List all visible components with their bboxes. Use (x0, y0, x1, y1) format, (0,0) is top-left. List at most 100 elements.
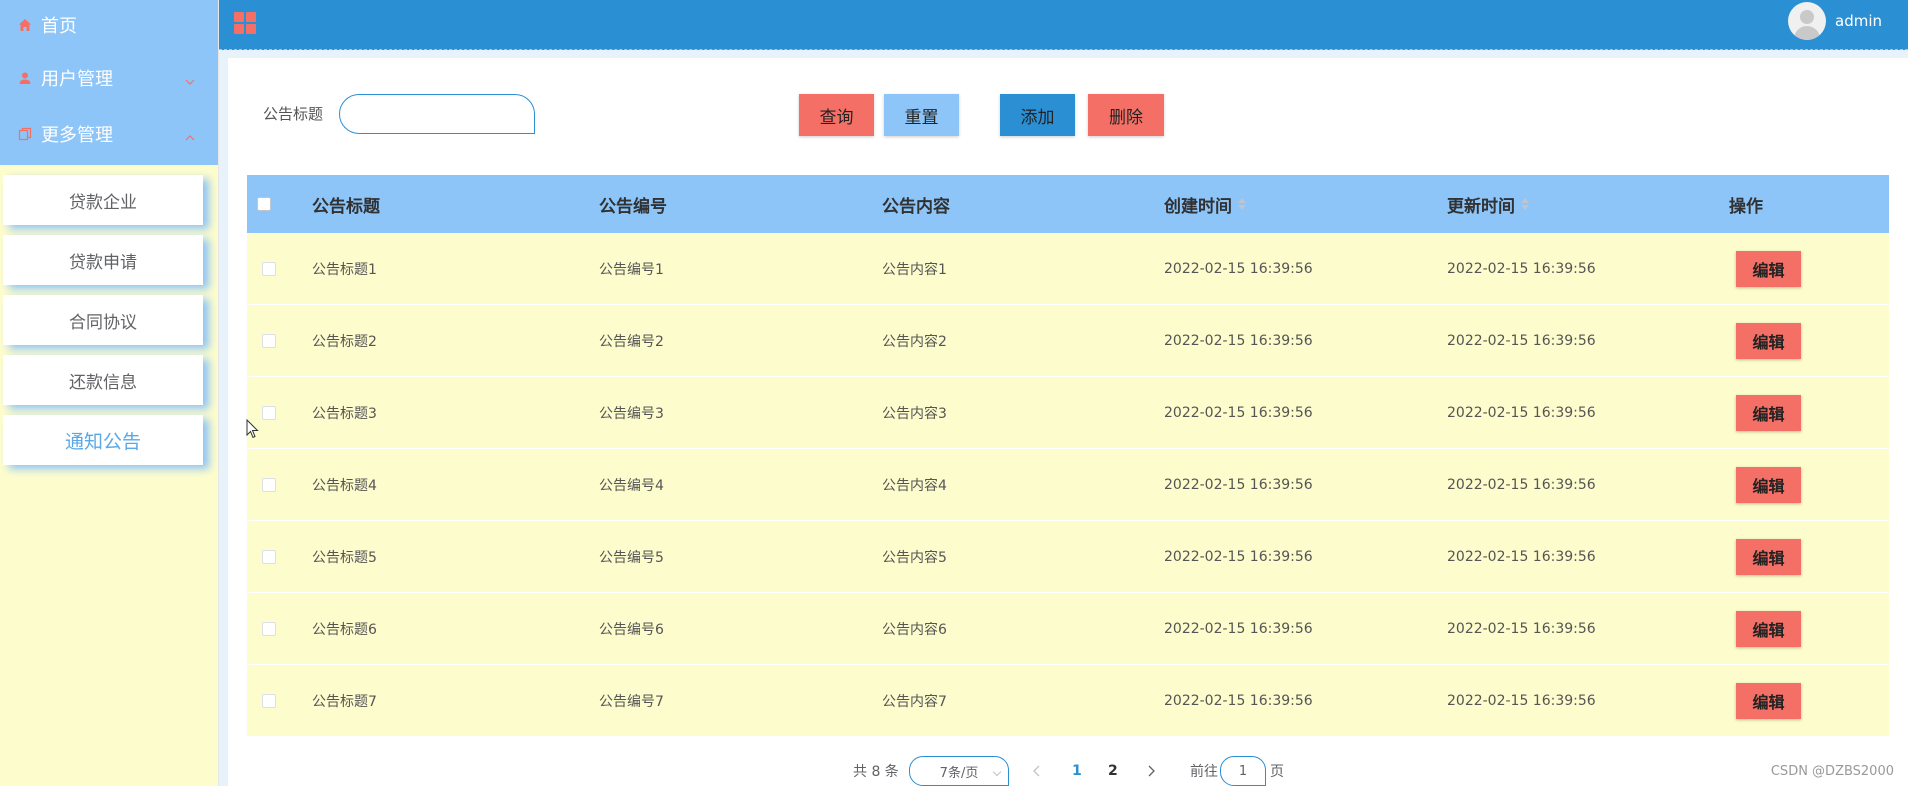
table-row: 公告标题6 公告编号6 公告内容6 2022-02-15 16:39:56 2022-0… (247, 593, 1889, 665)
page-number-1[interactable]: 1 (1072, 756, 1082, 786)
sidebar-item-home[interactable]: 首页 (0, 0, 218, 50)
cell-updated: 2022-02-15 16:39:56 (1447, 621, 1596, 637)
row-checkbox[interactable] (262, 406, 276, 420)
column-header-label: 更新时间 (1447, 196, 1515, 217)
cell-created: 2022-02-15 16:39:56 (1164, 693, 1313, 709)
sidebar-subitem-repayment[interactable]: 还款信息 (3, 355, 203, 405)
sidebar-subitem-notice[interactable]: 通知公告 (3, 415, 203, 465)
column-header-created[interactable]: 创建时间 (1164, 175, 1246, 233)
cell-updated: 2022-02-15 16:39:56 (1447, 693, 1596, 709)
table-row: 公告标题7 公告编号7 公告内容7 2022-02-15 16:39:56 2022-0… (247, 665, 1889, 737)
sidebar-item-label: 更多管理 (41, 125, 113, 146)
chevron-down-icon (992, 767, 1002, 777)
page-size-select[interactable]: 7条/页 (909, 756, 1009, 786)
cell-created: 2022-02-15 16:39:56 (1164, 621, 1313, 637)
reset-button[interactable]: 重置 (884, 94, 959, 136)
cell-title: 公告标题6 (312, 622, 377, 638)
table-row: 公告标题4 公告编号4 公告内容4 2022-02-15 16:39:56 2022-0… (247, 449, 1889, 521)
column-header-label: 创建时间 (1164, 196, 1232, 217)
row-select-cell (262, 665, 276, 737)
username: admin (1835, 12, 1882, 30)
cell-content: 公告内容1 (882, 262, 947, 278)
add-button[interactable]: 添加 (1000, 94, 1075, 136)
pagination-total: 共 8 条 (853, 764, 899, 780)
column-header-title: 公告标题 (312, 196, 380, 217)
goto-prefix: 前往 (1190, 764, 1218, 780)
sidebar-subitem-contract[interactable]: 合同协议 (3, 295, 203, 345)
row-select-cell (262, 233, 276, 305)
avatar-icon[interactable] (1788, 2, 1826, 40)
row-checkbox[interactable] (262, 478, 276, 492)
cell-code: 公告编号5 (599, 550, 664, 566)
edit-button[interactable]: 编辑 (1736, 683, 1801, 719)
cell-code: 公告编号2 (599, 334, 664, 350)
column-header-updated[interactable]: 更新时间 (1447, 175, 1529, 233)
cell-actions: 编辑 (1736, 665, 1801, 737)
sidebar-item-label: 用户管理 (41, 69, 113, 90)
delete-button[interactable]: 删除 (1088, 94, 1164, 136)
row-checkbox[interactable] (262, 694, 276, 708)
cell-code: 公告编号4 (599, 478, 664, 494)
row-select-cell (262, 377, 276, 449)
column-header-code: 公告编号 (599, 196, 667, 217)
cell-actions: 编辑 (1736, 305, 1801, 377)
column-header-content: 公告内容 (882, 196, 950, 217)
table-header: 公告标题 公告编号 公告内容 创建时间 更新时间 操作 (247, 175, 1889, 233)
title-search-input[interactable] (339, 94, 535, 134)
sidebar-item-user-management[interactable]: 用户管理 (0, 50, 218, 106)
sidebar-item-more-management[interactable]: 更多管理 (0, 106, 218, 162)
sidebar-submenu: 贷款企业 贷款申请 合同协议 还款信息 通知公告 (0, 165, 218, 465)
watermark: CSDN @DZBS2000 (1770, 764, 1894, 779)
row-select-cell (262, 593, 276, 665)
sidebar-subitem-loan-enterprise[interactable]: 贷款企业 (3, 175, 203, 225)
edit-button[interactable]: 编辑 (1736, 611, 1801, 647)
cell-updated: 2022-02-15 16:39:56 (1447, 261, 1596, 277)
home-icon (18, 18, 32, 32)
select-all-cell (257, 175, 271, 233)
cell-created: 2022-02-15 16:39:56 (1164, 261, 1313, 277)
page-number-2[interactable]: 2 (1108, 756, 1118, 786)
page-size-value: 7条/页 (939, 765, 979, 781)
select-all-checkbox[interactable] (257, 197, 271, 211)
cell-created: 2022-02-15 16:39:56 (1164, 549, 1313, 565)
prev-page-icon[interactable] (1032, 756, 1042, 786)
search-label: 公告标题 (263, 105, 324, 123)
sidebar-menu-top: 首页 用户管理 更多管理 (0, 0, 218, 165)
table-row: 公告标题2 公告编号2 公告内容2 2022-02-15 16:39:56 2022-0… (247, 305, 1889, 377)
goto-page-value: 1 (1238, 763, 1248, 779)
cell-updated: 2022-02-15 16:39:56 (1447, 477, 1596, 493)
cell-title: 公告标题3 (312, 406, 377, 422)
goto-suffix: 页 (1270, 764, 1284, 780)
cell-title: 公告标题7 (312, 694, 377, 710)
cell-content: 公告内容7 (882, 694, 947, 710)
edit-button[interactable]: 编辑 (1736, 251, 1801, 287)
sidebar: 首页 用户管理 更多管理 贷款企业 贷款申请 合同协议 还款信息 通知公告 (0, 0, 219, 786)
user-menu[interactable]: admin (1788, 2, 1882, 40)
copy-icon (18, 127, 32, 141)
next-page-icon[interactable] (1146, 756, 1156, 786)
row-checkbox[interactable] (262, 550, 276, 564)
cell-title: 公告标题5 (312, 550, 377, 566)
notice-table: 公告标题 公告编号 公告内容 创建时间 更新时间 操作 公告标题1 公告编号1 公告… (247, 175, 1889, 737)
edit-button[interactable]: 编辑 (1736, 395, 1801, 431)
grid-icon[interactable] (234, 12, 256, 34)
cell-code: 公告编号7 (599, 694, 664, 710)
cell-updated: 2022-02-15 16:39:56 (1447, 549, 1596, 565)
cell-title: 公告标题4 (312, 478, 377, 494)
goto-page-input[interactable]: 1 (1220, 756, 1266, 786)
edit-button[interactable]: 编辑 (1736, 467, 1801, 503)
edit-button[interactable]: 编辑 (1736, 323, 1801, 359)
cell-content: 公告内容5 (882, 550, 947, 566)
sort-icon[interactable] (1521, 198, 1529, 210)
row-checkbox[interactable] (262, 622, 276, 636)
cell-actions: 编辑 (1736, 449, 1801, 521)
cell-actions: 编辑 (1736, 377, 1801, 449)
table-row: 公告标题5 公告编号5 公告内容5 2022-02-15 16:39:56 2022-0… (247, 521, 1889, 593)
sidebar-subitem-loan-application[interactable]: 贷款申请 (3, 235, 203, 285)
edit-button[interactable]: 编辑 (1736, 539, 1801, 575)
row-checkbox[interactable] (262, 262, 276, 276)
chevron-up-icon (184, 128, 196, 141)
sort-icon[interactable] (1238, 198, 1246, 210)
query-button[interactable]: 查询 (799, 94, 874, 136)
row-checkbox[interactable] (262, 334, 276, 348)
